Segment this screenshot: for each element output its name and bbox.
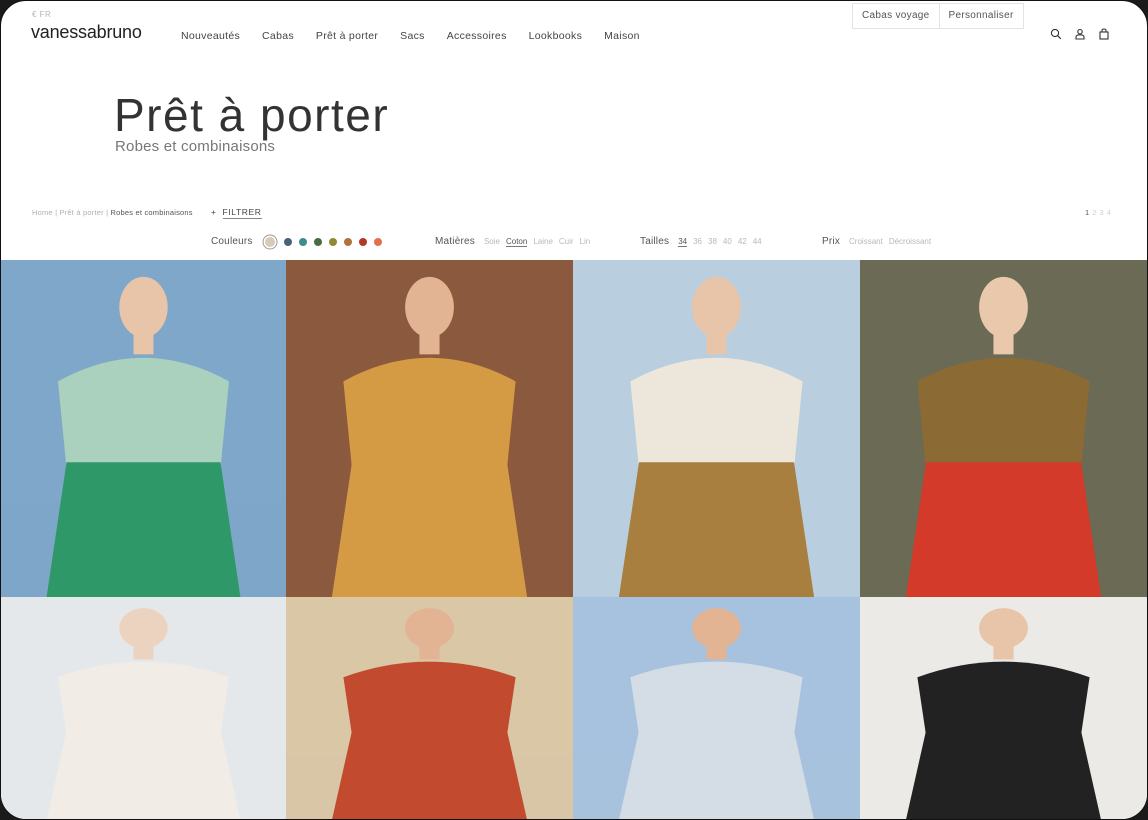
material-option-cuir[interactable]: Cuir [559, 237, 574, 246]
product-tile[interactable] [1, 260, 286, 597]
color-swatch-camel[interactable] [343, 237, 352, 246]
price-option-decroissant[interactable]: Décroissant [889, 237, 931, 246]
size-option-34[interactable]: 34 [678, 237, 688, 247]
breadcrumb-pret-a-porter[interactable]: Prêt à porter [60, 208, 104, 217]
breadcrumb: Home | Prêt à porter | Robes et combinai… [32, 208, 193, 217]
size-option-40[interactable]: 40 [723, 237, 732, 246]
pagination: 1 2 3 4 [1085, 208, 1111, 217]
nav-item-accessoires[interactable]: Accessoires [447, 30, 507, 42]
price-filter-label: Prix [822, 236, 841, 247]
material-option-coton[interactable]: Coton [505, 237, 528, 247]
price-option-croissant[interactable]: Croissant [849, 237, 883, 246]
brand-logo[interactable]: vanessabruno [31, 22, 142, 43]
filter-toggle[interactable]: + FILTRER [211, 207, 262, 219]
top-buttons: Cabas voyage Personnaliser [852, 3, 1024, 29]
size-filter-label: Tailles [640, 236, 670, 247]
main-nav: Nouveautés Cabas Prêt à porter Sacs Acce… [181, 30, 662, 42]
material-filter: Matières Soie Coton Laine Cuir Lin [435, 236, 596, 247]
color-swatch-beige[interactable] [264, 236, 275, 247]
color-swatch-green[interactable] [313, 237, 322, 246]
product-tile[interactable] [860, 260, 1147, 597]
page-link-2[interactable]: 2 [1092, 208, 1097, 217]
page-link-4[interactable]: 4 [1107, 208, 1112, 217]
product-tile[interactable] [286, 597, 573, 819]
product-tile[interactable] [573, 597, 860, 819]
material-option-laine[interactable]: Laine [533, 237, 553, 246]
locale-selector[interactable]: € FR [32, 10, 51, 19]
nav-item-cabas[interactable]: Cabas [262, 30, 294, 42]
size-filter: Tailles 34 36 38 40 42 44 [640, 236, 768, 247]
nav-item-lookbooks[interactable]: Lookbooks [529, 30, 583, 42]
material-option-soie[interactable]: Soie [484, 237, 500, 246]
product-photo-floral-dress [286, 260, 573, 597]
product-photo-green-dress [1, 260, 286, 597]
breadcrumb-separator: | [103, 208, 111, 217]
color-swatch-teal[interactable] [298, 237, 307, 246]
product-photo-white-blouse [1, 597, 286, 819]
header-icons [1050, 28, 1110, 40]
nav-item-pret-a-porter[interactable]: Prêt à porter [316, 30, 378, 42]
search-icon[interactable] [1050, 28, 1062, 40]
product-tile[interactable] [573, 260, 860, 597]
product-tile[interactable] [286, 260, 573, 597]
color-filter-label: Couleurs [211, 236, 253, 247]
product-photo-striped-shirt [573, 260, 860, 597]
page-title: Prêt à porter [114, 89, 390, 141]
filter-bar: Couleurs Matières Soie Coton Laine Cuir … [1, 236, 1147, 250]
product-photo-khaki-jacket [860, 260, 1147, 597]
page-frame: € FR vanessabruno Nouveautés Cabas Prêt … [0, 0, 1148, 820]
account-icon[interactable] [1074, 28, 1086, 40]
nav-item-maison[interactable]: Maison [604, 30, 640, 42]
personnaliser-button[interactable]: Personnaliser [939, 3, 1024, 29]
material-filter-label: Matières [435, 236, 475, 247]
product-tile[interactable] [1, 597, 286, 819]
nav-item-nouveautes[interactable]: Nouveautés [181, 30, 240, 42]
material-option-lin[interactable]: Lin [580, 237, 591, 246]
breadcrumb-separator: | [52, 208, 60, 217]
product-photo-black-dress [860, 597, 1147, 819]
product-tile[interactable] [860, 597, 1147, 819]
plus-icon: + [211, 207, 217, 217]
color-swatch-olive[interactable] [328, 237, 337, 246]
nav-item-sacs[interactable]: Sacs [400, 30, 425, 42]
size-option-44[interactable]: 44 [753, 237, 762, 246]
breadcrumb-current: Robes et combinaisons [110, 208, 193, 217]
price-filter: Prix Croissant Décroissant [822, 236, 937, 247]
size-option-36[interactable]: 36 [693, 237, 702, 246]
color-swatch-red[interactable] [358, 237, 367, 246]
page-link-3[interactable]: 3 [1100, 208, 1105, 217]
product-photo-rust-knit [286, 597, 573, 819]
color-swatch-navy[interactable] [283, 237, 292, 246]
product-photo-white-dress-sea [573, 597, 860, 819]
size-option-42[interactable]: 42 [738, 237, 747, 246]
color-swatch-coral[interactable] [373, 237, 382, 246]
filter-toggle-label: FILTRER [222, 207, 262, 219]
page-link-1[interactable]: 1 [1085, 208, 1090, 217]
bag-icon[interactable] [1098, 28, 1110, 40]
cabas-voyage-button[interactable]: Cabas voyage [852, 3, 940, 29]
breadcrumb-home[interactable]: Home [32, 208, 53, 217]
page-subtitle: Robes et combinaisons [115, 138, 276, 155]
color-filter: Couleurs [211, 236, 389, 247]
size-option-38[interactable]: 38 [708, 237, 717, 246]
product-grid [1, 260, 1147, 819]
